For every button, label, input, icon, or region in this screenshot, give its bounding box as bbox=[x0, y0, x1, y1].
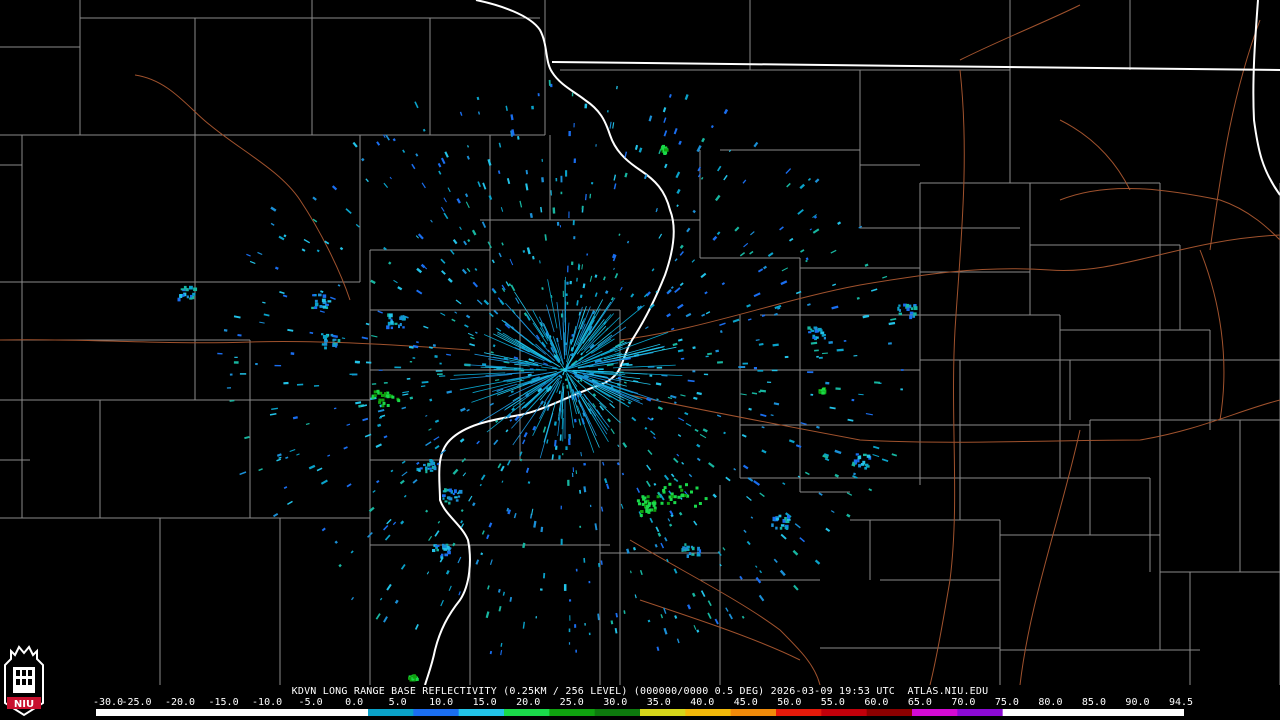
scale-color-step bbox=[730, 709, 777, 716]
scale-color-step bbox=[776, 709, 822, 716]
scale-label: 85.0 bbox=[1081, 697, 1106, 708]
scale-label: 80.0 bbox=[1038, 697, 1063, 708]
scale-label: 35.0 bbox=[646, 697, 671, 708]
scale-color-step bbox=[821, 709, 868, 716]
radar-echoes bbox=[177, 79, 918, 682]
scale-label: 20.0 bbox=[516, 697, 541, 708]
logo-text: NIU bbox=[14, 699, 34, 710]
scale-label: -5.0 bbox=[298, 697, 323, 708]
scale-label: 40.0 bbox=[690, 697, 715, 708]
scale-label: 30.0 bbox=[603, 697, 628, 708]
scale-color-step bbox=[458, 709, 505, 716]
scale-color-step bbox=[1048, 709, 1094, 716]
scale-label: 25.0 bbox=[559, 697, 584, 708]
scale-label: 65.0 bbox=[907, 697, 932, 708]
highways bbox=[0, 4, 1280, 685]
scale-label: 70.0 bbox=[951, 697, 976, 708]
scale-color-step bbox=[96, 709, 142, 716]
scale-color-step bbox=[277, 709, 324, 716]
scale-color-step bbox=[1138, 709, 1184, 716]
scale-label: 90.0 bbox=[1125, 697, 1150, 708]
scale-color-step bbox=[866, 709, 913, 716]
scale-label: 60.0 bbox=[864, 697, 889, 708]
scale-color-step bbox=[685, 709, 732, 716]
scale-label: -15.0 bbox=[208, 697, 239, 708]
scale-label: 5.0 bbox=[388, 697, 407, 708]
scale-color-step bbox=[186, 709, 233, 716]
scale-label: -25.0 bbox=[121, 697, 152, 708]
scale-color-step bbox=[232, 709, 278, 716]
scale-color-step bbox=[957, 709, 1004, 716]
scale-label: -20.0 bbox=[164, 697, 196, 708]
radar-site-marker bbox=[563, 368, 567, 372]
reflectivity-color-scale bbox=[96, 709, 1184, 716]
scale-label: 55.0 bbox=[820, 697, 845, 708]
scale-label: 15.0 bbox=[472, 697, 497, 708]
scale-label: 45.0 bbox=[733, 697, 758, 708]
scale-label: 10.0 bbox=[429, 697, 454, 708]
scale-color-step bbox=[413, 709, 460, 716]
scale-color-step bbox=[594, 709, 641, 716]
scale-color-step bbox=[504, 709, 550, 716]
scale-color-step bbox=[1002, 709, 1049, 716]
state-boundaries bbox=[424, 0, 1280, 685]
scale-label: -30.0 bbox=[93, 697, 124, 708]
reflectivity-scale-labels: -30.0 -25.0 -20.0 -15.0 -10.0 -5.0 0.0 5.0 10.0 1… bbox=[0, 698, 1280, 708]
scale-label: 0.0 bbox=[345, 697, 364, 708]
scale-label: 50.0 bbox=[777, 697, 802, 708]
scale-color-step bbox=[912, 709, 958, 716]
scale-label: -10.0 bbox=[252, 697, 283, 708]
scale-label: 94.5 bbox=[1168, 697, 1194, 708]
scale-color-step bbox=[1093, 709, 1140, 716]
scale-label: 75.0 bbox=[994, 697, 1019, 708]
radar-map bbox=[0, 0, 1280, 685]
scale-color-step bbox=[141, 709, 188, 716]
scale-color-step bbox=[640, 709, 686, 716]
scale-color-step bbox=[322, 709, 369, 716]
scale-color-step bbox=[549, 709, 596, 716]
niu-logo: NIU bbox=[4, 645, 44, 717]
scale-color-step bbox=[368, 709, 414, 716]
